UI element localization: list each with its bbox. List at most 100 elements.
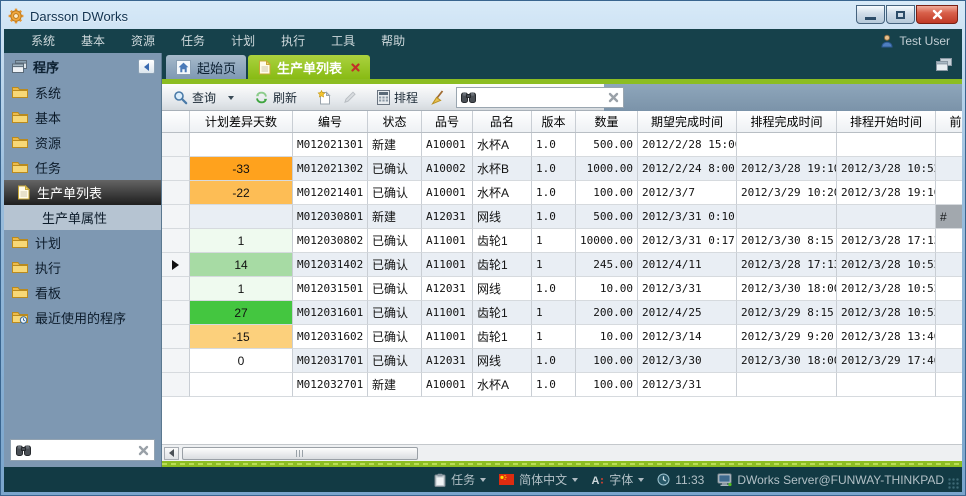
horizontal-scrollbar[interactable] [162,444,962,461]
row-header-cell[interactable] [162,133,190,157]
menu-item[interactable]: 系统 [18,29,68,53]
cell-sched_finish[interactable]: 2012/3/29 9:20 [737,325,837,349]
cell-sched_finish[interactable]: 2012/3/30 18:00 [737,277,837,301]
cell-sched_start[interactable]: 2012/3/28 10:52 [837,157,936,181]
cell-version[interactable]: 1.0 [532,205,576,229]
sidebar-item[interactable]: 基本 [4,105,161,130]
column-header[interactable]: 期望完成时间 [638,111,737,132]
cell-extra[interactable] [936,277,962,301]
cell-expected[interactable]: 2012/4/25 [638,301,737,325]
cell-extra[interactable] [936,253,962,277]
cell-version[interactable]: 1.0 [532,133,576,157]
cell-code[interactable]: M012030801 [293,205,368,229]
clear-search-icon[interactable] [138,445,149,456]
cell-version[interactable]: 1.0 [532,373,576,397]
status-language[interactable]: 简体中文 [499,471,578,488]
cell-item_name[interactable]: 网线 [473,277,532,301]
cell-expected[interactable]: 2012/3/31 [638,277,737,301]
tab[interactable]: 起始页 [166,55,246,79]
cell-code[interactable]: M012032701 [293,373,368,397]
table-row[interactable]: -33M012021302已确认A10002水杯B1.01000.002012/… [162,157,962,181]
cell-extra[interactable] [936,349,962,373]
cell-item_no[interactable]: A10001 [422,181,473,205]
cell-diff[interactable]: -33 [190,157,293,181]
cell-status[interactable]: 已确认 [368,349,422,373]
sidebar-item[interactable]: 生产单列表 [4,180,161,205]
cell-status[interactable]: 已确认 [368,253,422,277]
table-row[interactable]: 1M012030802已确认A11001齿轮1110000.002012/3/3… [162,229,962,253]
cell-version[interactable]: 1.0 [532,277,576,301]
tab-list-button[interactable] [936,58,952,71]
cell-item_no[interactable]: A10002 [422,157,473,181]
cell-sched_start[interactable] [837,373,936,397]
cell-status[interactable]: 已确认 [368,325,422,349]
scroll-left-button[interactable] [164,447,179,460]
cell-item_name[interactable]: 水杯A [473,373,532,397]
cell-sched_finish[interactable]: 2012/3/29 10:20 [737,181,837,205]
cell-sched_finish[interactable]: 2012/3/30 8:15 [737,229,837,253]
cell-item_name[interactable]: 齿轮1 [473,325,532,349]
resize-grip[interactable] [948,478,959,489]
cell-status[interactable]: 已确认 [368,229,422,253]
cell-expected[interactable]: 2012/3/31 [638,373,737,397]
menu-item[interactable]: 任务 [168,29,218,53]
row-header-cell[interactable] [162,157,190,181]
new-button[interactable] [312,86,336,108]
cell-item_name[interactable]: 齿轮1 [473,229,532,253]
table-row[interactable]: M012021301新建A10001水杯A1.0500.002012/2/28 … [162,133,962,157]
cell-version[interactable]: 1 [532,301,576,325]
row-header-cell[interactable] [162,349,190,373]
cell-extra[interactable] [936,229,962,253]
cell-item_no[interactable]: A11001 [422,229,473,253]
cell-item_no[interactable]: A12031 [422,205,473,229]
cell-extra[interactable] [936,373,962,397]
cell-item_no[interactable]: A10001 [422,373,473,397]
row-header-cell[interactable] [162,181,190,205]
cell-code[interactable]: M012031701 [293,349,368,373]
table-row[interactable]: -15M012031602已确认A11001齿轮1110.002012/3/14… [162,325,962,349]
status-task[interactable]: 任务 [434,471,486,488]
cell-code[interactable]: M012021401 [293,181,368,205]
cell-code[interactable]: M012031402 [293,253,368,277]
cell-code[interactable]: M012031601 [293,301,368,325]
cell-expected[interactable]: 2012/2/28 15:00 [638,133,737,157]
menu-item[interactable]: 执行 [268,29,318,53]
tab[interactable]: 生产单列表 [248,55,370,79]
table-row[interactable]: 1M012031501已确认A12031网线1.010.002012/3/312… [162,277,962,301]
cell-qty[interactable]: 1000.00 [576,157,638,181]
cell-diff[interactable]: 1 [190,277,293,301]
sidebar-item[interactable]: 生产单属性 [4,205,161,230]
cell-diff[interactable]: 0 [190,349,293,373]
cell-qty[interactable]: 100.00 [576,373,638,397]
cell-item_name[interactable]: 水杯A [473,181,532,205]
cell-sched_start[interactable] [837,205,936,229]
minimize-button[interactable] [856,5,885,24]
cell-code[interactable]: M012031501 [293,277,368,301]
sidebar-item[interactable]: 看板 [4,280,161,305]
column-header[interactable]: 计划差异天数 [190,111,293,132]
cell-diff[interactable] [190,133,293,157]
row-header-cell[interactable] [162,301,190,325]
menu-item[interactable]: 资源 [118,29,168,53]
sidebar-search-input[interactable] [35,443,134,457]
cell-version[interactable]: 1.0 [532,157,576,181]
cell-sched_start[interactable]: 2012/3/29 17:46 [837,349,936,373]
table-row[interactable]: 14M012031402已确认A11001齿轮11245.002012/4/11… [162,253,962,277]
row-header-cell[interactable] [162,205,190,229]
cell-item_name[interactable]: 网线 [473,205,532,229]
cell-diff[interactable] [190,373,293,397]
cell-item_no[interactable]: A11001 [422,253,473,277]
cell-code[interactable]: M012030802 [293,229,368,253]
cell-diff[interactable] [190,205,293,229]
table-row[interactable]: -22M012021401已确认A10001水杯A1.0100.002012/3… [162,181,962,205]
cell-expected[interactable]: 2012/2/24 8:00 [638,157,737,181]
cell-sched_finish[interactable] [737,133,837,157]
row-header-cell[interactable] [162,373,190,397]
query-dropdown-button[interactable] [223,86,239,108]
table-row[interactable]: M012030801新建A12031网线1.0500.002012/3/31 0… [162,205,962,229]
cell-expected[interactable]: 2012/4/11 [638,253,737,277]
column-header[interactable]: 状态 [368,111,422,132]
cell-expected[interactable]: 2012/3/31 0:17 [638,229,737,253]
table-row[interactable]: 0M012031701已确认A12031网线1.0100.002012/3/30… [162,349,962,373]
close-button[interactable] [916,5,958,24]
